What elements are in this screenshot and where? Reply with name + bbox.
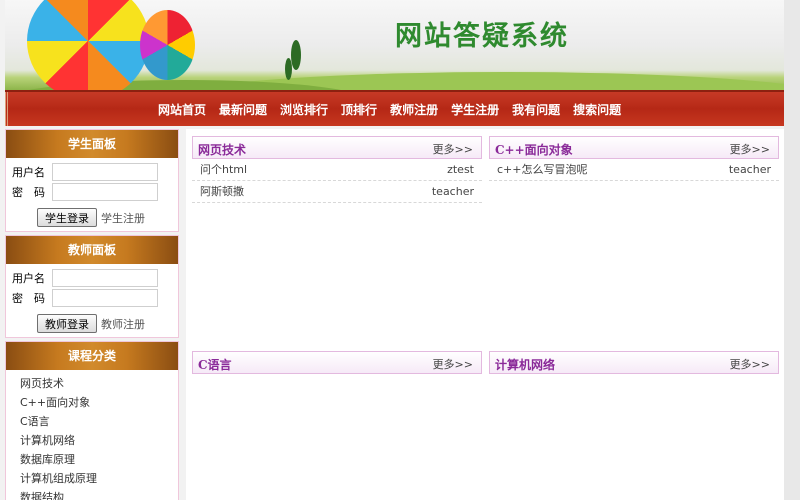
question-title-link[interactable]: 问个html: [200, 159, 247, 181]
student-username-label: 用户名: [12, 166, 45, 179]
hot-air-balloon-icon: [27, 0, 149, 90]
teacher-username-row: 用户名: [12, 268, 158, 288]
course-panel-title: 课程分类: [6, 342, 178, 370]
section-network-more-link[interactable]: 更多>>: [730, 356, 770, 372]
nav-item-search[interactable]: 搜索问题: [573, 101, 621, 118]
course-category-panel: 课程分类 网页技术 C++面向对象 C语言 计算机网络 数据库原理 计算机组成原…: [5, 341, 179, 500]
section-network: 计算机网络 更多>>: [489, 351, 779, 374]
question-author: teacher: [431, 185, 474, 198]
tree-icon: [291, 40, 301, 70]
section-cpp-title: C++面向对象: [495, 143, 573, 157]
teacher-username-input[interactable]: [52, 269, 158, 287]
teacher-password-input[interactable]: [52, 289, 158, 307]
section-web-title: 网页技术: [198, 143, 247, 157]
nav-item-ask-question[interactable]: 我有问题: [512, 101, 560, 118]
nav-item-teacher-register[interactable]: 教师注册: [390, 101, 438, 118]
question-row: c++怎么写冒泡呢 teacher: [489, 159, 779, 181]
question-title-link[interactable]: 阿斯顿撒: [200, 181, 244, 203]
student-panel: 学生面板 用户名 密 码 学生登录 学生注册: [5, 129, 179, 232]
nav-item-student-register[interactable]: 学生注册: [451, 101, 499, 118]
section-c-more-link[interactable]: 更多>>: [433, 356, 473, 372]
nav-item-latest[interactable]: 最新问题: [219, 101, 267, 118]
teacher-password-label: 密 码: [12, 292, 45, 305]
nav-item-top-ranking[interactable]: 顶排行: [341, 101, 377, 118]
student-register-link[interactable]: 学生注册: [101, 210, 145, 226]
hot-air-balloon-small-icon: [140, 10, 195, 80]
section-cpp: C++面向对象 更多>> c++怎么写冒泡呢 teacher: [489, 136, 779, 181]
section-network-title: 计算机网络: [495, 358, 556, 372]
student-login-button[interactable]: 学生登录: [37, 208, 97, 227]
section-cpp-more-link[interactable]: 更多>>: [730, 141, 770, 157]
course-item-web[interactable]: 网页技术: [20, 374, 97, 393]
question-author: teacher: [728, 163, 771, 176]
question-author: ztest: [447, 163, 474, 176]
page-scrollbar[interactable]: [784, 0, 800, 500]
question-title-link[interactable]: c++怎么写冒泡呢: [497, 159, 587, 181]
student-username-row: 用户名: [12, 162, 158, 182]
teacher-panel: 教师面板 用户名 密 码 教师登录 教师注册: [5, 235, 179, 338]
course-item-c[interactable]: C语言: [20, 412, 97, 431]
section-c-header: C语言 更多>>: [192, 351, 482, 374]
section-c: C语言 更多>>: [192, 351, 482, 374]
section-web-more-link[interactable]: 更多>>: [433, 141, 473, 157]
section-c-title: C语言: [198, 358, 232, 372]
section-cpp-header: C++面向对象 更多>>: [489, 136, 779, 159]
teacher-username-label: 用户名: [12, 272, 45, 285]
main-content: 网页技术 更多>> 问个html ztest 阿斯顿撒 teacher C++面…: [186, 129, 784, 500]
course-item-data-structure[interactable]: 数据结构: [20, 488, 97, 500]
student-password-input[interactable]: [52, 183, 158, 201]
teacher-register-link[interactable]: 教师注册: [101, 316, 145, 332]
tree-small-icon: [285, 58, 292, 80]
student-password-label: 密 码: [12, 186, 45, 199]
question-row: 阿斯顿撒 teacher: [192, 181, 482, 203]
page: 网站答疑系统 网站首页 最新问题 浏览排行 顶排行 教师注册 学生注册 我有问题…: [0, 0, 800, 500]
course-item-cpp[interactable]: C++面向对象: [20, 393, 97, 412]
student-username-input[interactable]: [52, 163, 158, 181]
course-list: 网页技术 C++面向对象 C语言 计算机网络 数据库原理 计算机组成原理 数据结…: [20, 374, 97, 500]
teacher-login-button[interactable]: 教师登录: [37, 314, 97, 333]
section-web-header: 网页技术 更多>>: [192, 136, 482, 159]
section-web: 网页技术 更多>> 问个html ztest 阿斯顿撒 teacher: [192, 136, 482, 203]
course-item-organization[interactable]: 计算机组成原理: [20, 469, 97, 488]
course-item-database[interactable]: 数据库原理: [20, 450, 97, 469]
main-nav: 网站首页 最新问题 浏览排行 顶排行 教师注册 学生注册 我有问题 搜索问题: [5, 90, 784, 126]
site-title: 网站答疑系统: [395, 21, 569, 52]
banner: 网站答疑系统: [5, 0, 784, 90]
student-actions: 学生登录 学生注册: [37, 208, 145, 227]
section-network-header: 计算机网络 更多>>: [489, 351, 779, 374]
student-password-row: 密 码: [12, 182, 158, 202]
course-item-network[interactable]: 计算机网络: [20, 431, 97, 450]
nav-item-home[interactable]: 网站首页: [158, 101, 206, 118]
teacher-password-row: 密 码: [12, 288, 158, 308]
nav-corner-ornament: [5, 92, 27, 126]
teacher-actions: 教师登录 教师注册: [37, 314, 145, 333]
teacher-panel-title: 教师面板: [6, 236, 178, 264]
nav-item-views-ranking[interactable]: 浏览排行: [280, 101, 328, 118]
student-panel-title: 学生面板: [6, 130, 178, 158]
question-row: 问个html ztest: [192, 159, 482, 181]
